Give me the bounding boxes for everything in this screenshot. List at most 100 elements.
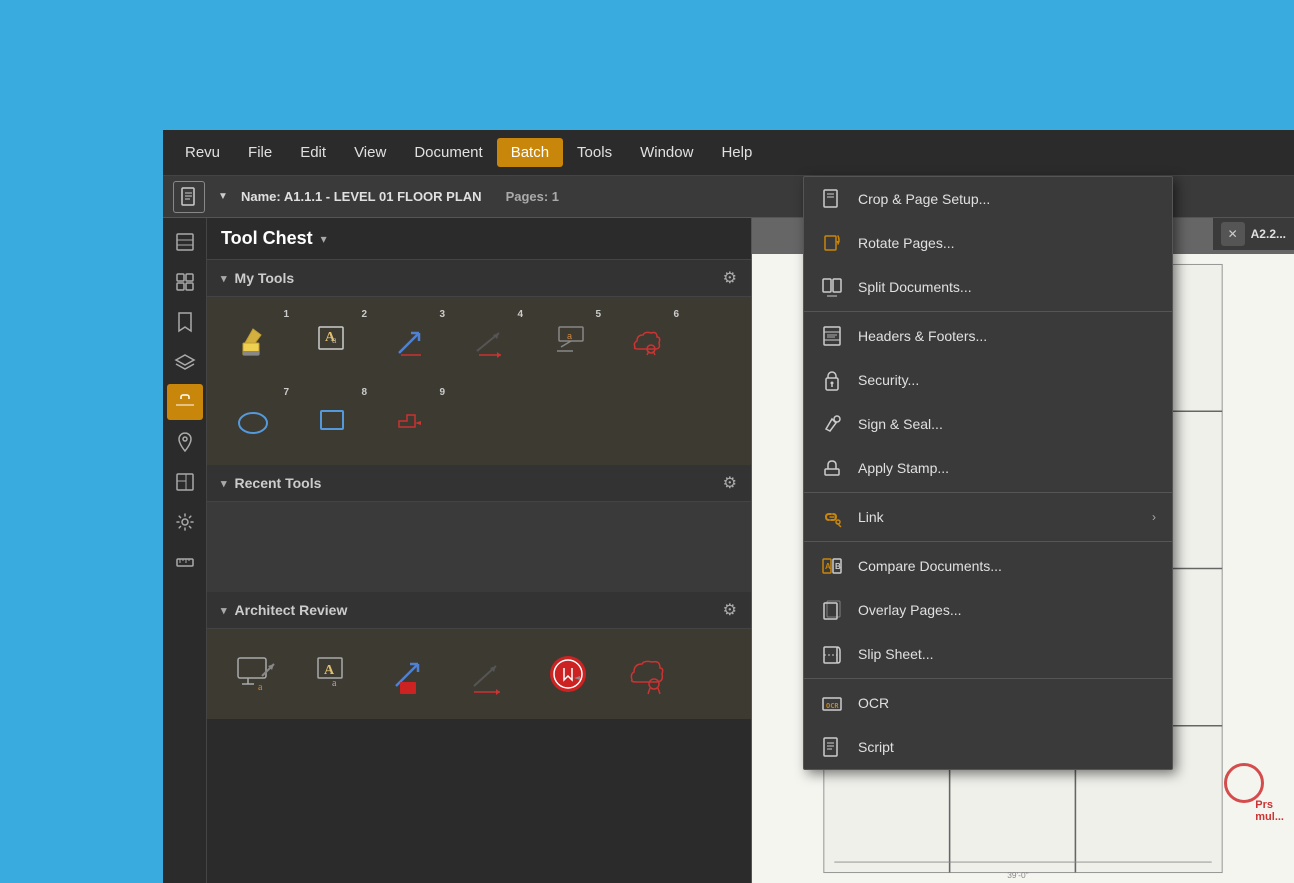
menu-view[interactable]: View xyxy=(340,138,400,167)
tool-arrow[interactable]: 4 xyxy=(455,307,525,377)
recent-tools-chevron[interactable]: ▾ xyxy=(221,477,227,490)
menu-help[interactable]: Help xyxy=(707,138,766,167)
annotation-note: Prsmul... xyxy=(1255,799,1284,823)
overlay-pages-label: Overlay Pages... xyxy=(858,602,1156,618)
menu-item-compare-documents[interactable]: A B Compare Documents... xyxy=(804,544,1172,588)
svg-text:A: A xyxy=(825,562,831,571)
architect-tools-content: a A a xyxy=(207,629,751,719)
canvas-tab-bar: ✕ A2.2... xyxy=(1213,218,1294,250)
my-tools-chevron[interactable]: ▾ xyxy=(221,272,227,285)
svg-text:39'-0": 39'-0" xyxy=(1007,870,1028,880)
tool-callout[interactable]: 5 a xyxy=(533,307,603,377)
icon-sidebar xyxy=(163,218,207,883)
menu-batch[interactable]: Batch xyxy=(497,138,563,167)
tool-rectangle[interactable]: 8 xyxy=(299,385,369,455)
menu-item-sign-seal[interactable]: Sign & Seal... xyxy=(804,402,1172,446)
recent-tools-gear[interactable]: ⚙ xyxy=(723,473,737,493)
sidebar-icon-layers[interactable] xyxy=(167,344,203,380)
panel-header: Tool Chest ▾ xyxy=(207,218,751,260)
security-label: Security... xyxy=(858,372,1156,388)
tool-step[interactable]: 9 xyxy=(377,385,447,455)
tool-6-number: 6 xyxy=(673,309,679,320)
tool-ellipse[interactable]: 7 xyxy=(221,385,291,455)
split-documents-icon xyxy=(820,275,844,299)
architect-review-chevron[interactable]: ▾ xyxy=(221,604,227,617)
tool-textbox[interactable]: 2 A a xyxy=(299,307,369,377)
tool-6-icon xyxy=(620,316,672,368)
tool-highlighter[interactable]: 1 xyxy=(221,307,291,377)
svg-text:a: a xyxy=(332,335,337,346)
architect-review-header: ▾ Architect Review ⚙ xyxy=(207,592,751,629)
rotate-pages-label: Rotate Pages... xyxy=(858,235,1156,251)
sidebar-icon-ruler[interactable] xyxy=(167,544,203,580)
tool-cloud[interactable]: 6 xyxy=(611,307,681,377)
arch-tool-angle-fill[interactable] xyxy=(377,639,447,709)
my-tools-header: ▾ My Tools ⚙ xyxy=(207,260,751,297)
menu-item-slip-sheet[interactable]: Slip Sheet... xyxy=(804,632,1172,676)
arch-tool-monitor[interactable]: a xyxy=(221,639,291,709)
sidebar-icon-briefcase[interactable] xyxy=(167,384,203,420)
tool-1-icon xyxy=(230,316,282,368)
svg-text:A: A xyxy=(324,663,335,678)
tool-angle-arrow[interactable]: 3 xyxy=(377,307,447,377)
headers-footers-icon xyxy=(820,324,844,348)
menu-file[interactable]: File xyxy=(234,138,286,167)
sidebar-icon-panels[interactable] xyxy=(167,224,203,260)
doc-icon-button[interactable] xyxy=(173,181,205,213)
rotate-pages-icon xyxy=(820,231,844,255)
menu-item-security[interactable]: Security... xyxy=(804,358,1172,402)
tool-3-icon xyxy=(386,316,438,368)
tool-5-icon: a xyxy=(542,316,594,368)
slip-sheet-label: Slip Sheet... xyxy=(858,646,1156,662)
my-tools-gear[interactable]: ⚙ xyxy=(723,268,737,288)
arch-tool-text-a[interactable]: A a xyxy=(299,639,369,709)
menu-item-headers-footers[interactable]: Headers & Footers... xyxy=(804,314,1172,358)
menu-tools[interactable]: Tools xyxy=(563,138,626,167)
recent-tools-section: ▾ Recent Tools ⚙ xyxy=(207,465,751,592)
tool-4-number: 4 xyxy=(517,309,523,320)
divider-2 xyxy=(804,492,1172,493)
architect-review-label-group: ▾ Architect Review xyxy=(221,602,347,618)
my-tools-label: My Tools xyxy=(235,270,295,286)
pages-label: Pages: 1 xyxy=(506,189,559,204)
split-documents-label: Split Documents... xyxy=(858,279,1156,295)
menubar: Revu File Edit View Document Batch Tools… xyxy=(163,130,1294,176)
sidebar-icon-bookmark[interactable] xyxy=(167,304,203,340)
sign-seal-icon xyxy=(820,412,844,436)
arch-tool-stamp[interactable] xyxy=(533,639,603,709)
compare-documents-icon: A B xyxy=(820,554,844,578)
menu-item-ocr[interactable]: OCR OCR xyxy=(804,681,1172,725)
arch-tool-arrow-right[interactable] xyxy=(455,639,525,709)
menu-item-link[interactable]: Link › xyxy=(804,495,1172,539)
architect-review-label: Architect Review xyxy=(235,602,348,618)
menu-document[interactable]: Document xyxy=(400,138,496,167)
tool-7-icon xyxy=(230,394,282,446)
compare-documents-label: Compare Documents... xyxy=(858,558,1156,574)
svg-text:a: a xyxy=(332,678,337,689)
menu-item-script[interactable]: Script xyxy=(804,725,1172,769)
menu-item-overlay-pages[interactable]: Overlay Pages... xyxy=(804,588,1172,632)
canvas-close-button[interactable]: ✕ xyxy=(1221,222,1245,246)
sidebar-icon-settings[interactable] xyxy=(167,504,203,540)
red-annotation xyxy=(1224,763,1264,803)
sidebar-icon-floorplan[interactable] xyxy=(167,464,203,500)
menu-window[interactable]: Window xyxy=(626,138,707,167)
menu-item-rotate-pages[interactable]: Rotate Pages... xyxy=(804,221,1172,265)
tool-7-number: 7 xyxy=(283,387,289,398)
canvas-tab-label: A2.2... xyxy=(1251,227,1286,241)
svg-text:a: a xyxy=(258,682,263,693)
sidebar-icon-location[interactable] xyxy=(167,424,203,460)
menu-revu[interactable]: Revu xyxy=(171,138,234,167)
apply-stamp-icon xyxy=(820,456,844,480)
sidebar-icon-grid[interactable] xyxy=(167,264,203,300)
menu-item-apply-stamp[interactable]: Apply Stamp... xyxy=(804,446,1172,490)
toolbar-dropdown-button[interactable]: ▼ xyxy=(213,181,233,213)
sign-seal-label: Sign & Seal... xyxy=(858,416,1156,432)
architect-review-gear[interactable]: ⚙ xyxy=(723,600,737,620)
menu-edit[interactable]: Edit xyxy=(286,138,340,167)
script-icon xyxy=(820,735,844,759)
menu-item-split-documents[interactable]: Split Documents... xyxy=(804,265,1172,309)
panel-header-chevron[interactable]: ▾ xyxy=(321,232,327,246)
arch-tool-cloud-person[interactable] xyxy=(611,639,681,709)
headers-footers-label: Headers & Footers... xyxy=(858,328,1156,344)
